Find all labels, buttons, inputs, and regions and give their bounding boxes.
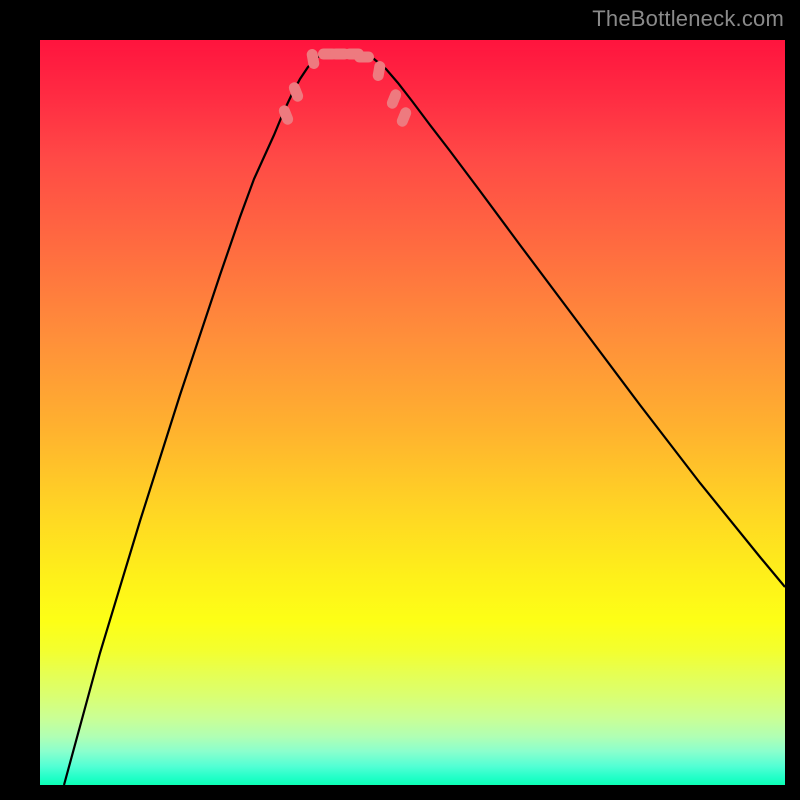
watermark-text: TheBottleneck.com (592, 6, 784, 32)
chart-frame: TheBottleneck.com (0, 0, 800, 800)
chart-overlay (40, 40, 785, 785)
curve-left (64, 54, 328, 785)
scatter-markers (277, 48, 413, 128)
curve-right (362, 54, 785, 587)
